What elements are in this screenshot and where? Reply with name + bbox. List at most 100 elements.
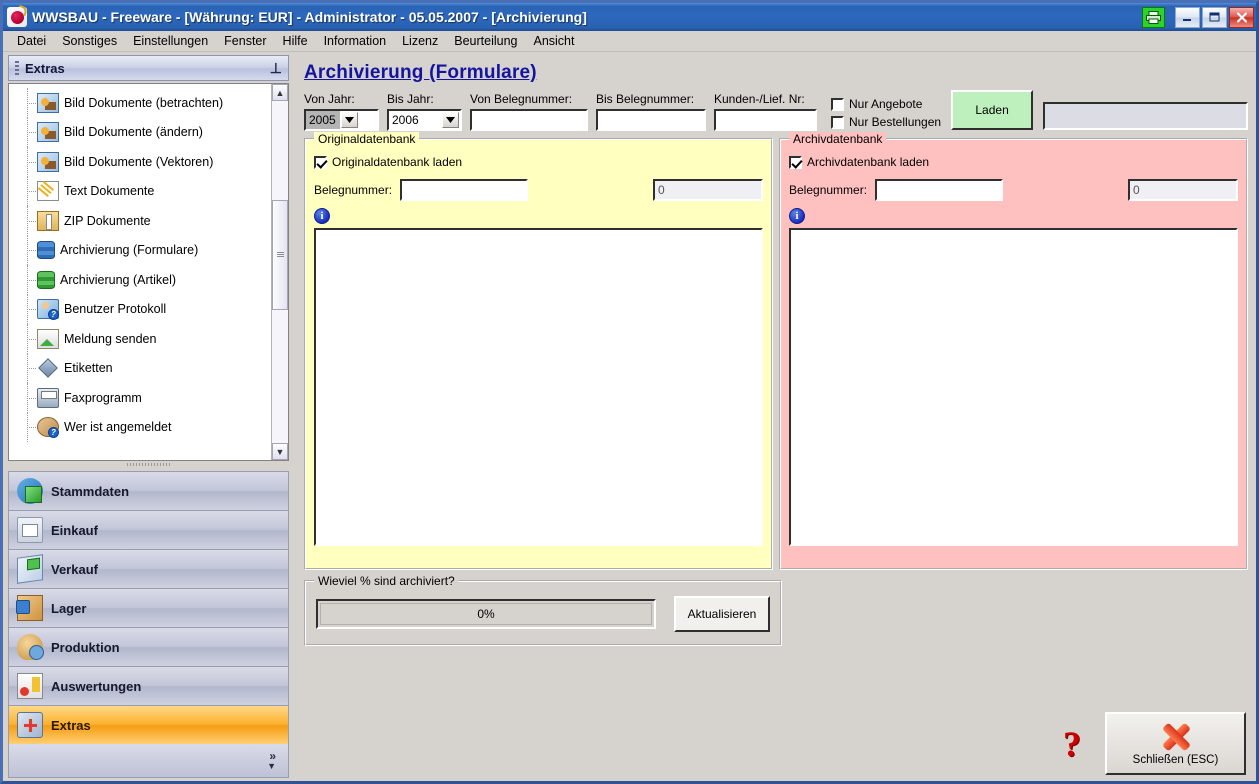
image-document-icon [37, 92, 59, 113]
nur-bestellungen-checkbox[interactable]: Nur Bestellungen [831, 115, 941, 129]
original-belegnummer-input[interactable] [400, 179, 529, 201]
main-body: Extras ⊥ Bild Dokumente (betrachten) Bil… [3, 52, 1256, 781]
bis-belegnummer-group: Bis Belegnummer: [596, 92, 706, 131]
original-result-list[interactable] [314, 228, 763, 546]
tree-item-archivierung-formulare[interactable]: Archivierung (Formulare) [9, 235, 271, 266]
menu-item-ansicht[interactable]: Ansicht [525, 32, 582, 50]
aktualisieren-label: Aktualisieren [687, 607, 757, 621]
pin-icon[interactable]: ⊥ [270, 60, 282, 77]
bis-jahr-select[interactable]: 2006 [387, 109, 462, 131]
sidebar-item-einkauf[interactable]: Einkauf [8, 510, 289, 549]
sidebar-item-label: Auswertungen [51, 678, 142, 694]
sidebar-scrollbar[interactable]: ▲ ▼ [271, 84, 288, 460]
info-icon: i [314, 208, 330, 224]
filter-checkbox-group: Nur Angebote Nur Bestellungen [831, 97, 941, 129]
tree-item-zip-dokumente[interactable]: ZIP Dokumente [9, 206, 271, 236]
red-x-icon [1159, 722, 1193, 752]
percent-section: Wieviel % sind archiviert? 0% Aktualisie… [298, 574, 1248, 646]
sidebar-item-produktion[interactable]: Produktion [8, 627, 289, 666]
question-mark-icon[interactable]: ? [1063, 726, 1081, 762]
sidebar-item-extras[interactable]: Extras [8, 705, 289, 744]
checkbox-box[interactable] [789, 155, 802, 169]
application-window: WWSBAU - Freeware - [Währung: EUR] - Adm… [0, 0, 1259, 784]
close-button[interactable] [1229, 6, 1254, 28]
tree-item-label: Archivierung (Formulare) [60, 243, 199, 258]
menu-item-information[interactable]: Information [316, 32, 395, 50]
tree-item-label: Faxprogramm [64, 390, 142, 405]
sidebar-item-label: Stammdaten [51, 483, 130, 499]
close-form-button[interactable]: Schließen (ESC) [1105, 712, 1246, 775]
bis-belegnummer-input[interactable] [596, 109, 706, 131]
menu-item-sonstiges[interactable]: Sonstiges [54, 32, 125, 50]
nur-angebote-label: Nur Angebote [849, 97, 923, 111]
who-is-logged-in-icon: ? [37, 417, 59, 439]
laden-button[interactable]: Laden [951, 90, 1034, 130]
tree-item-bild-dokumente-vektoren[interactable]: Bild Dokumente (Vektoren) [9, 147, 271, 177]
image-document-edit-icon [37, 122, 59, 143]
scrollbar-track[interactable] [272, 101, 288, 443]
checkbox-box[interactable] [314, 155, 327, 169]
menu-item-fenster[interactable]: Fenster [216, 32, 274, 50]
chevron-down-icon[interactable] [442, 112, 459, 128]
tree-item-meldung-senden[interactable]: Meldung senden [9, 324, 271, 354]
bomb-icon [7, 7, 27, 27]
chevron-down-icon[interactable] [341, 112, 358, 128]
von-belegnummer-input[interactable] [470, 109, 588, 131]
printer-icon[interactable] [1142, 6, 1165, 28]
menu-item-lizenz[interactable]: Lizenz [394, 32, 446, 50]
tree-item-bild-dokumente-aendern[interactable]: Bild Dokumente (ändern) [9, 117, 271, 148]
warehouse-icon [16, 595, 43, 621]
sidebar-item-verkauf[interactable]: Verkauf [8, 549, 289, 588]
database-panels: Originaldatenbank Originaldatenbank lade… [298, 132, 1248, 570]
archive-result-list[interactable] [789, 228, 1238, 546]
archive-belegnummer-input[interactable] [875, 179, 1004, 201]
sidebar-header: Extras ⊥ [8, 55, 289, 81]
sidebar-item-label: Einkauf [51, 522, 98, 538]
aktualisieren-button[interactable]: Aktualisieren [674, 596, 770, 632]
tree-item-label: Bild Dokumente (betrachten) [64, 95, 224, 110]
menu-item-datei[interactable]: Datei [9, 32, 54, 50]
nur-angebote-checkbox[interactable]: Nur Angebote [831, 97, 941, 111]
menu-item-einstellungen[interactable]: Einstellungen [125, 32, 216, 50]
tree-item-label: Meldung senden [64, 331, 157, 346]
window-title: WWSBAU - Freeware - [Währung: EUR] - Adm… [32, 9, 587, 25]
archive-database-panel: Archivdatenbank Archivdatenbank laden Be… [779, 132, 1248, 570]
menu-item-beurteilung[interactable]: Beurteilung [446, 32, 525, 50]
content-area: Archivierung (Formulare) Von Jahr: 2005 … [292, 52, 1256, 781]
text-document-icon [37, 181, 59, 202]
tree-item-archivierung-artikel[interactable]: Archivierung (Artikel) [9, 265, 271, 295]
tree-item-label: Benutzer Protokoll [64, 302, 167, 317]
percent-archived-panel: Wieviel % sind archiviert? 0% Aktualisie… [304, 574, 782, 646]
sidebar-item-stammdaten[interactable]: Stammdaten [8, 471, 289, 510]
reports-icon [17, 673, 43, 699]
chevron-down-icon[interactable]: ▼ [272, 443, 288, 460]
archive-belegnummer-row: Belegnummer: [789, 179, 1238, 201]
original-panel-title: Originaldatenbank [314, 132, 420, 146]
chevron-up-icon[interactable]: ▲ [272, 84, 288, 101]
sidebar-item-auswertungen[interactable]: Auswertungen [8, 666, 289, 705]
originaldatenbank-laden-checkbox[interactable]: Originaldatenbank laden [314, 155, 763, 169]
von-jahr-select[interactable]: 2005 [304, 109, 379, 131]
checkbox-box[interactable] [831, 115, 844, 129]
checkbox-box[interactable] [831, 97, 844, 111]
minimize-button[interactable] [1175, 6, 1200, 28]
kunden-nr-input[interactable] [714, 109, 817, 131]
von-jahr-label: Von Jahr: [304, 92, 355, 106]
archive-panel-title: Archivdatenbank [789, 132, 887, 146]
menu-item-hilfe[interactable]: Hilfe [275, 32, 316, 50]
splitter-handle[interactable] [8, 461, 289, 468]
tree-item-bild-dokumente-betrachten[interactable]: Bild Dokumente (betrachten) [9, 88, 271, 118]
sidebar-overflow[interactable]: » ▼ [8, 744, 289, 778]
tree-item-wer-ist-angemeldet[interactable]: ? Wer ist angemeldet [9, 412, 271, 443]
chevron-down-icon[interactable]: ▼ [267, 762, 276, 771]
sidebar-item-label: Produktion [51, 639, 120, 655]
sidebar-item-lager[interactable]: Lager [8, 588, 289, 627]
archivdatenbank-laden-checkbox[interactable]: Archivdatenbank laden [789, 155, 1238, 169]
tree-item-text-dokumente[interactable]: Text Dokumente [9, 176, 271, 207]
scrollbar-thumb[interactable] [272, 200, 288, 310]
tree-item-etiketten[interactable]: Etiketten [9, 353, 271, 384]
tree-item-faxprogramm[interactable]: Faxprogramm [9, 383, 271, 413]
maximize-button[interactable] [1202, 6, 1227, 28]
tree-item-benutzer-protokoll[interactable]: ? Benutzer Protokoll [9, 294, 271, 325]
tree-item-label: Bild Dokumente (Vektoren) [64, 154, 214, 169]
